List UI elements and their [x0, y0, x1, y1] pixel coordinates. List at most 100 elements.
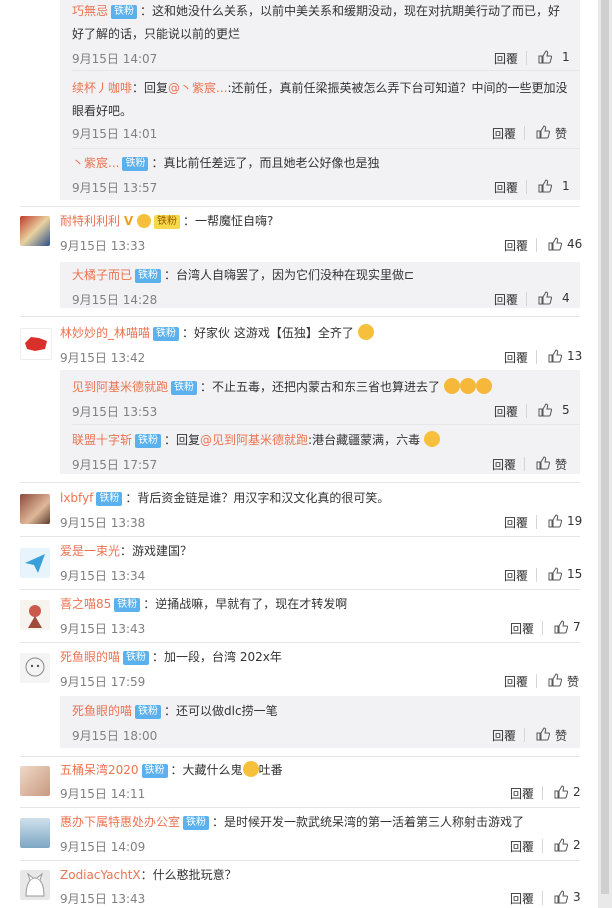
username[interactable]: 丶紫宸... [72, 156, 119, 170]
username[interactable]: 爱是一束光 [60, 544, 120, 558]
avatar[interactable] [20, 818, 50, 848]
like-count: 4 [562, 291, 570, 305]
fan-badge[interactable]: 铁粉 [183, 816, 210, 830]
fan-level-icon [136, 214, 151, 228]
reply-button[interactable]: 回覆 [492, 125, 516, 142]
thumbs-up-icon[interactable] [554, 785, 568, 799]
reply-button[interactable]: 回覆 [510, 890, 534, 907]
fan-badge[interactable]: 铁粉 [114, 598, 141, 612]
thumbs-up-icon[interactable] [538, 291, 552, 305]
comment-text: :港台藏疆蒙满，六毒 [308, 433, 421, 447]
reply-button[interactable]: 回覆 [494, 179, 518, 196]
timestamp: 9月15日 13:34 [60, 569, 146, 583]
username[interactable]: 五桶呆湾2020 [60, 763, 139, 777]
comment-text: 好了解的话，只能说以前的更烂 [72, 27, 241, 41]
fan-badge[interactable]: 铁粉 [135, 434, 162, 448]
avatar[interactable] [20, 548, 50, 578]
timestamp: 9月15日 14:01 [72, 127, 158, 141]
username[interactable]: 联盟十字斩 [72, 433, 132, 447]
like-label: 赞 [555, 127, 568, 141]
username[interactable]: lxbfyf [60, 491, 93, 505]
thumbs-up-icon[interactable] [536, 125, 550, 139]
timestamp: 9月15日 13:43 [60, 622, 146, 636]
fan-badge[interactable]: 铁粉 [153, 215, 180, 229]
fan-badge[interactable]: 铁粉 [135, 705, 162, 719]
username[interactable]: 续杯丿咖啡 [72, 81, 132, 95]
reply-button[interactable]: 回覆 [494, 50, 518, 67]
thumbs-up-icon[interactable] [554, 620, 568, 634]
fan-badge[interactable]: 铁粉 [153, 327, 180, 341]
username[interactable]: 见到阿基米德就跑 [72, 380, 168, 394]
comment-text: 眼看好吧。 [72, 104, 133, 118]
avatar[interactable] [20, 870, 50, 900]
username[interactable]: 耐特利利利 [60, 214, 120, 228]
fan-badge[interactable]: 铁粉 [111, 5, 138, 19]
thumbs-up-icon[interactable] [536, 727, 550, 741]
crying-emoji-icon [443, 378, 460, 394]
thumbs-up-icon[interactable] [538, 403, 552, 417]
thumbs-up-icon[interactable] [548, 567, 562, 581]
avatar[interactable] [20, 600, 50, 630]
reply-button[interactable]: 回覆 [492, 727, 516, 744]
timestamp: 9月15日 13:33 [60, 239, 146, 253]
fan-badge[interactable]: 铁粉 [96, 492, 123, 506]
thumbs-up-icon[interactable] [538, 179, 552, 193]
thumbs-up-icon[interactable] [538, 50, 552, 64]
like-label: 赞 [567, 675, 580, 689]
reply-button[interactable]: 回覆 [504, 237, 528, 254]
username[interactable]: 死鱼眼的喵 [60, 650, 120, 664]
timestamp: 9月15日 14:09 [60, 840, 146, 854]
username[interactable]: 林妙妙的_林喵喵 [60, 326, 150, 340]
avatar[interactable] [20, 328, 52, 360]
fan-badge[interactable]: 铁粉 [141, 764, 168, 778]
reply-button[interactable]: 回覆 [494, 291, 518, 308]
thumbs-up-icon[interactable] [548, 237, 562, 251]
laughing-emoji-icon [242, 761, 259, 777]
avatar[interactable] [20, 494, 50, 524]
username[interactable]: 大橘子而已 [72, 268, 132, 282]
like-count: 19 [567, 514, 583, 528]
scrollbar[interactable] [598, 0, 612, 908]
timestamp: 9月15日 14:07 [72, 52, 158, 66]
thumbs-up-icon[interactable] [548, 673, 562, 687]
comment-text: ：背后资金链是谁？用汉字和汉文化真的很可笑。 [125, 491, 390, 505]
fan-badge[interactable]: 铁粉 [122, 157, 149, 171]
crying-emoji-icon [475, 378, 492, 394]
mention-link[interactable]: @丶紫宸... [168, 81, 227, 95]
username[interactable]: ZodiacYachtX [60, 868, 141, 882]
reply-button[interactable]: 回覆 [510, 785, 534, 802]
reply-button[interactable]: 回覆 [510, 620, 534, 637]
username[interactable]: 喜之喵85 [60, 597, 111, 611]
avatar[interactable] [20, 653, 50, 683]
reply-button[interactable]: 回覆 [494, 403, 518, 420]
comment-text: ：大藏什么鬼 [170, 763, 243, 777]
avatar[interactable] [20, 766, 50, 796]
timestamp: 9月15日 14:11 [60, 787, 146, 801]
comment-text: ：不止五毒，还把内蒙古和东三省也算进去了 [200, 380, 441, 394]
fan-badge[interactable]: 铁粉 [171, 381, 198, 395]
scrollbar-thumb[interactable] [601, 0, 609, 894]
fan-badge[interactable]: 铁粉 [123, 651, 150, 665]
username[interactable]: 巧無忌 [72, 4, 108, 18]
fan-badge[interactable]: 铁粉 [135, 269, 162, 283]
avatar[interactable] [20, 216, 50, 246]
username[interactable]: 惠办下属特惠处办公室 [60, 815, 180, 829]
thumbs-up-icon[interactable] [554, 890, 568, 904]
like-count: 2 [573, 785, 581, 799]
reply-button[interactable]: 回覆 [510, 838, 534, 855]
thumbs-up-icon[interactable] [554, 838, 568, 852]
thumbs-up-icon[interactable] [548, 514, 562, 528]
smirk-emoji-icon [357, 324, 374, 340]
username[interactable]: 死鱼眼的喵 [72, 704, 132, 718]
thumbs-up-icon[interactable] [548, 349, 562, 363]
reply-button[interactable]: 回覆 [492, 456, 516, 473]
reply-button[interactable]: 回覆 [504, 514, 528, 531]
reply-button[interactable]: 回覆 [504, 673, 528, 690]
thumbs-up-icon[interactable] [536, 456, 550, 470]
comment-text: ：还可以做dlc捞一笔 [164, 704, 278, 718]
reply-button[interactable]: 回覆 [504, 567, 528, 584]
reply-button[interactable]: 回覆 [504, 349, 528, 366]
mention-link[interactable]: @见到阿基米德就跑 [200, 433, 308, 447]
timestamp: 9月15日 13:38 [60, 516, 146, 530]
comment-text: ：一帮魔怔自嗨? [182, 214, 274, 228]
